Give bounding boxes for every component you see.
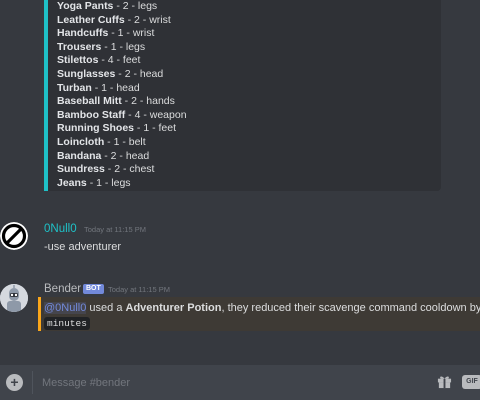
message-timestamp: Today at 11:15 PM [108,285,170,294]
author-name[interactable]: Bender [44,282,81,296]
item-detail: - 2 - chest [104,163,155,176]
embed-item: Baseball Mitt - 2 - hands [57,95,441,109]
embed-item: Bandana - 2 - head [57,150,441,164]
item-list-embed: Yoga Pants - 2 - legs Leather Cuffs - 2 -… [44,0,441,191]
embed-item: Sundress - 2 - chest [57,163,441,177]
item-detail: - 2 - head [101,149,150,162]
potion-name: Adventurer Potion [125,302,222,314]
bot-badge: BOT [83,284,104,294]
text-segment: , they reduced their scavenge command co… [221,302,480,314]
avatar-0null0[interactable] [0,222,28,250]
item-detail: - 1 - legs [86,176,131,189]
item-name: Leather Cuffs [57,13,125,26]
item-detail: - 4 - weapon [125,108,187,121]
embed-item: Leather Cuffs - 2 - wrist [57,14,441,28]
item-name: Baseball Mitt [57,95,122,108]
item-name: Yoga Pants [57,0,114,12]
item-name: Trousers [57,40,102,53]
bot-message-line-1: @0Null0 used a Adventurer Potion, they r… [44,301,480,316]
item-detail: - 1 - legs [101,40,146,53]
author-name[interactable]: 0Null0 [44,222,77,236]
robot-icon [0,284,28,312]
message-input[interactable] [40,373,424,393]
message-0null0: 0Null0 Today at 11:15 PM -use adventurer [0,222,480,262]
item-name: Bamboo Staff [57,108,126,121]
item-name: Running Shoes [57,122,134,135]
item-detail: - 2 - legs [113,0,158,12]
item-detail: - 1 - head [91,81,140,94]
item-detail: - 1 - wrist [108,27,155,40]
bot-message-line-2: minutes [44,316,90,331]
item-name: Turban [57,81,92,94]
upload-plus-icon[interactable]: + [6,374,23,391]
gif-button[interactable]: GIF [462,375,480,389]
item-detail: - 2 - head [115,67,164,80]
embed-items: Yoga Pants - 2 - legs Leather Cuffs - 2 -… [57,0,441,190]
item-name: Jeans [57,176,87,189]
item-name: Stilettos [57,54,99,67]
message-timestamp: Today at 11:15 PM [84,225,146,234]
embed-item: Turban - 1 - head [57,82,441,96]
item-name: Bandana [57,149,102,162]
item-detail: - 1 - feet [134,122,177,135]
item-name: Handcuffs [57,27,109,40]
gift-icon[interactable] [437,374,452,389]
embed-item: Trousers - 1 - legs [57,41,441,55]
embed-item: Stilettos - 4 - feet [57,54,441,68]
embed-item: Handcuffs - 1 - wrist [57,27,441,41]
message-text: -use adventurer [44,241,122,253]
avatar-bender[interactable] [0,284,28,312]
embed-item: Yoga Pants - 2 - legs [57,0,441,14]
item-name: Loincloth [57,135,105,148]
inline-code: minutes [44,317,90,330]
embed-item: Running Shoes - 1 - feet [57,122,441,136]
item-detail: - 4 - feet [98,54,141,67]
embed-item: Sunglasses - 2 - head [57,68,441,82]
item-detail: - 2 - hands [121,95,175,108]
user-mention[interactable]: @0Null0 [44,302,87,314]
item-name: Sunglasses [57,67,116,80]
item-detail: - 2 - wrist [124,13,171,26]
embed-item: Jeans - 1 - legs [57,177,441,191]
item-detail: - 1 - belt [104,135,146,148]
text-segment: used a [86,302,126,314]
message-input-bar: + GIF [0,365,480,400]
no-entry-icon [0,222,28,250]
divider [32,371,33,394]
embed-item: Bamboo Staff - 4 - weapon [57,109,441,123]
embed-item: Loincloth - 1 - belt [57,136,441,150]
item-name: Sundress [57,163,105,176]
